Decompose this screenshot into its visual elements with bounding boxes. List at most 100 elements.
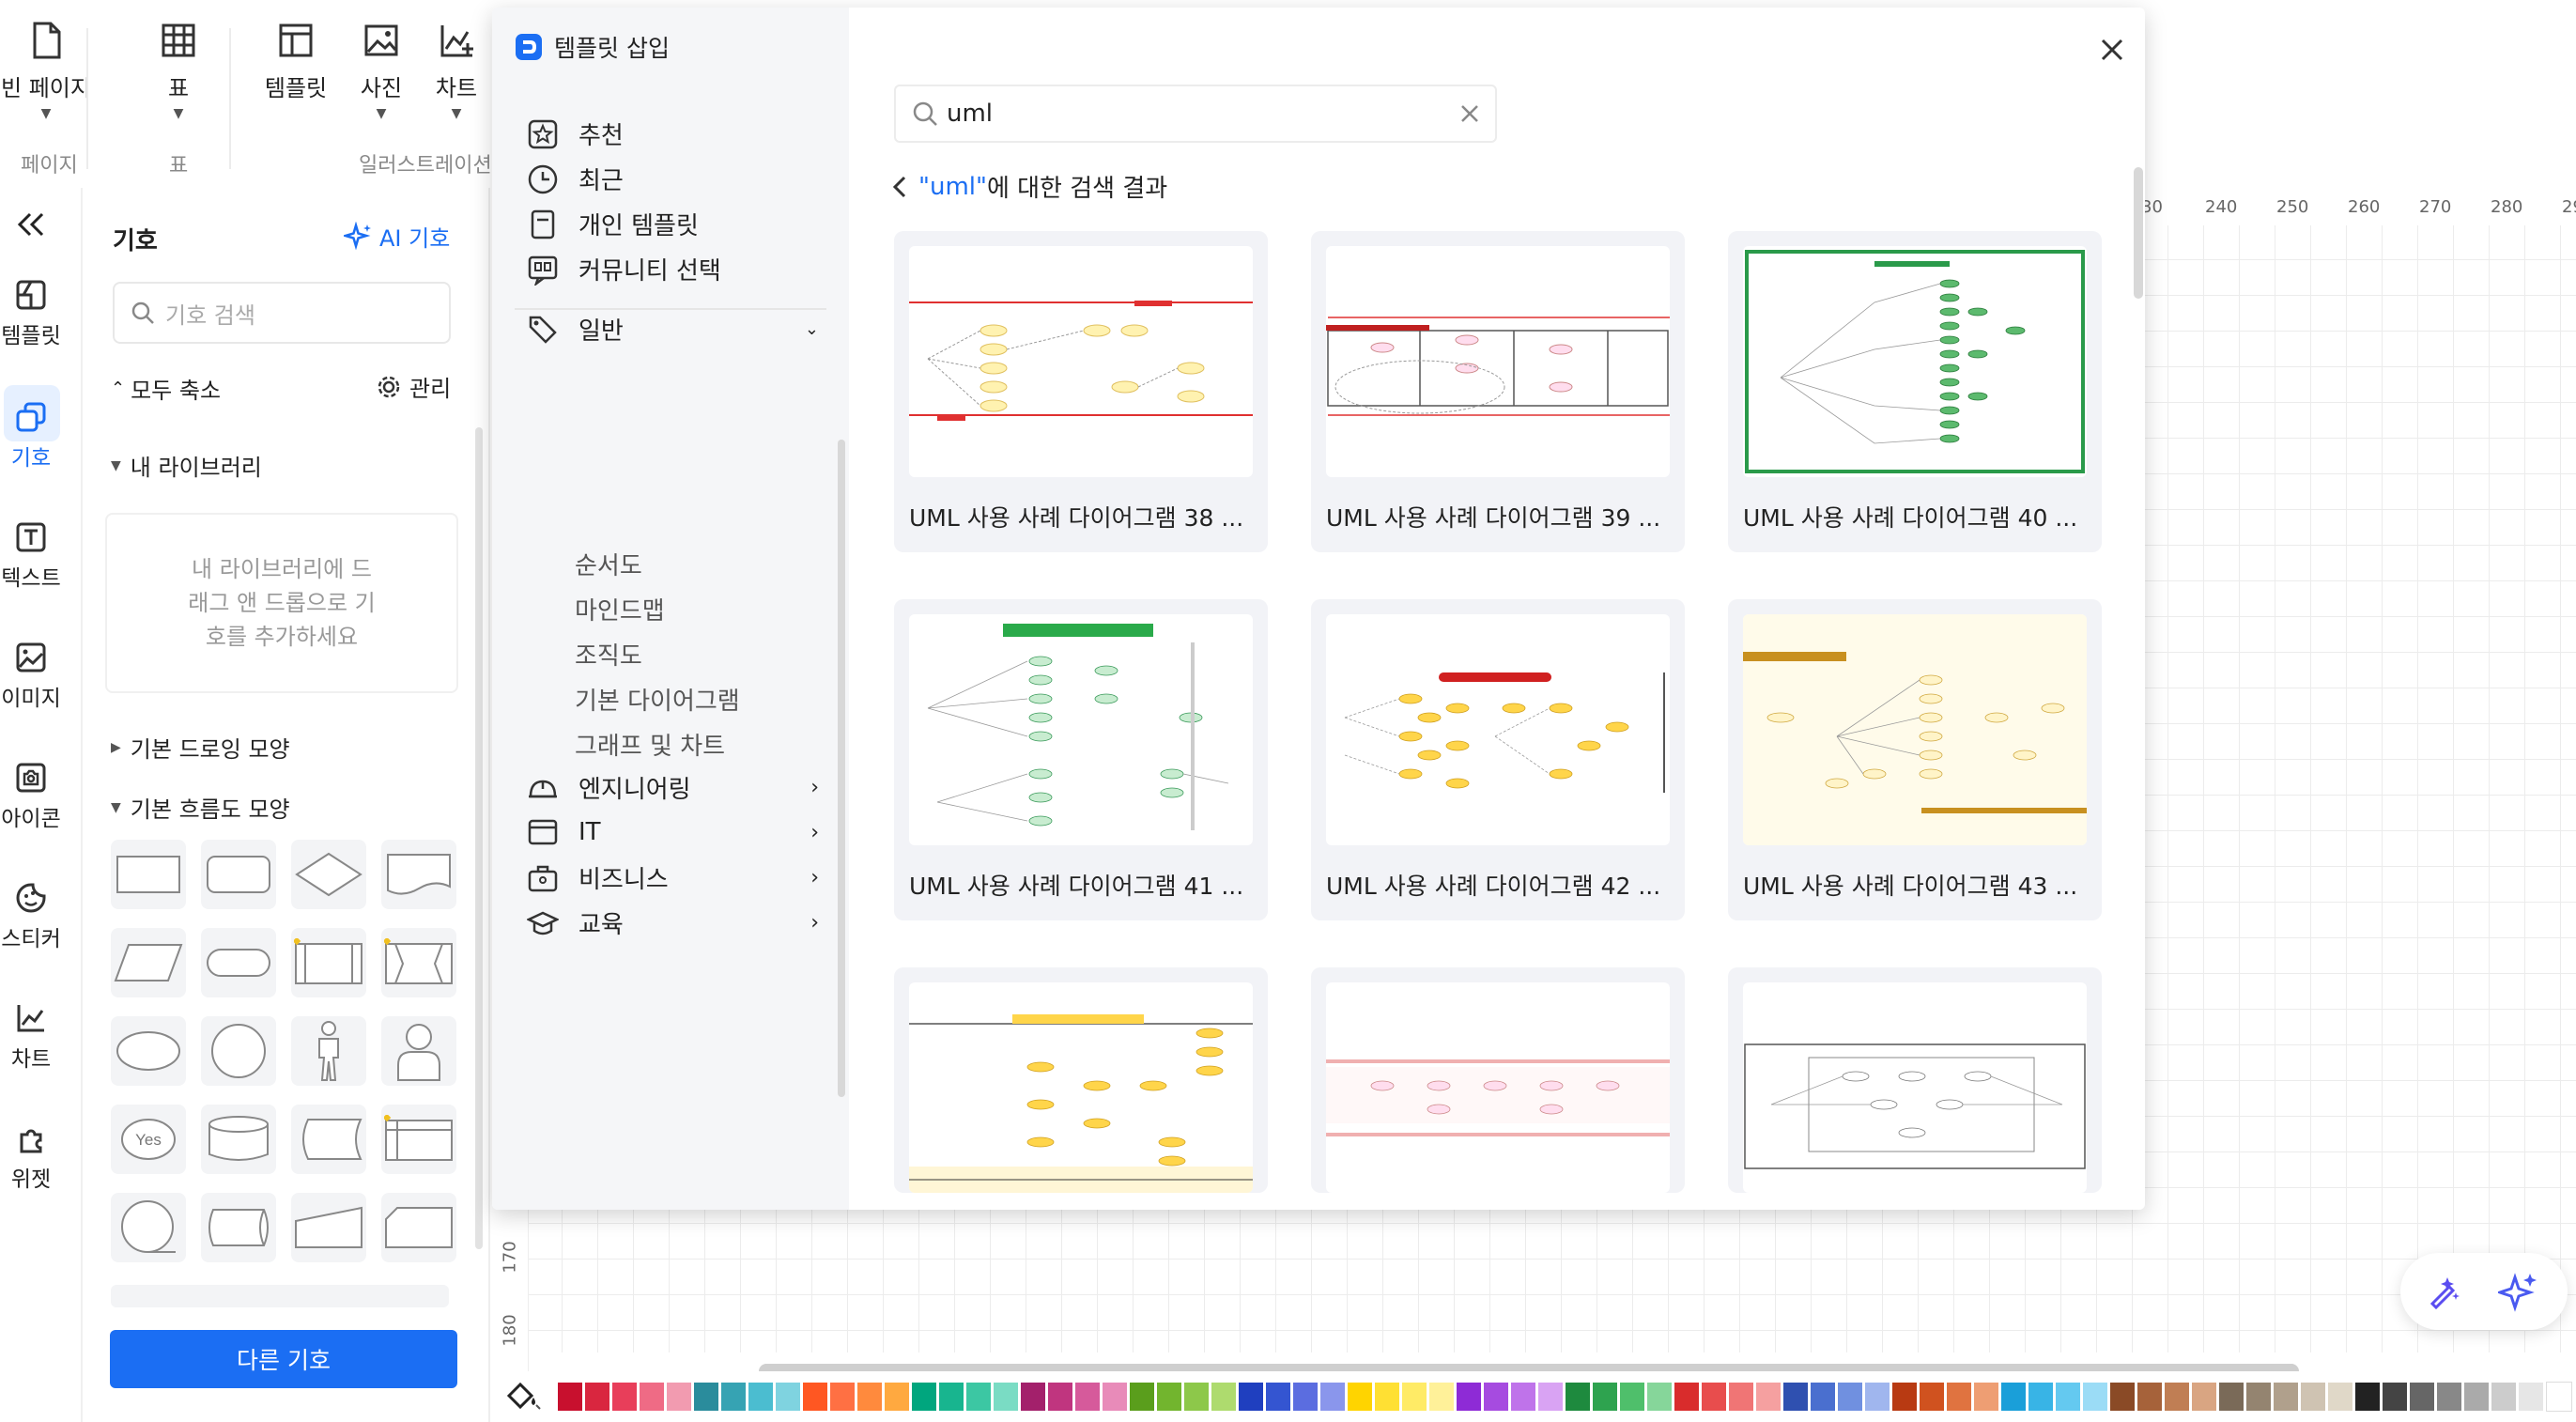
process-shape[interactable]: [111, 840, 186, 909]
color-swatch[interactable]: [1892, 1383, 1917, 1411]
color-swatch[interactable]: [1947, 1383, 1971, 1411]
database-shape[interactable]: [201, 1105, 276, 1174]
dialog-close-button[interactable]: [2089, 26, 2136, 73]
color-swatch[interactable]: [2137, 1383, 2162, 1411]
color-swatch[interactable]: [694, 1383, 718, 1411]
color-swatch[interactable]: [2083, 1383, 2107, 1411]
rail-item-text[interactable]: 텍스트: [0, 520, 62, 592]
more-symbols-button[interactable]: 다른 기호: [110, 1330, 457, 1388]
document-shape[interactable]: [381, 840, 456, 909]
yes-shape[interactable]: Yes: [111, 1105, 186, 1174]
color-swatch[interactable]: [1320, 1383, 1345, 1411]
table-button[interactable]: 표 ▼: [150, 21, 207, 121]
color-swatch[interactable]: [1756, 1383, 1781, 1411]
color-swatch[interactable]: [1865, 1383, 1890, 1411]
color-swatch[interactable]: [776, 1383, 800, 1411]
collapse-button[interactable]: [0, 210, 62, 239]
color-swatch[interactable]: [912, 1383, 936, 1411]
side-item-education[interactable]: 교육 ›: [526, 905, 819, 940]
color-swatch[interactable]: [1511, 1383, 1535, 1411]
color-swatch[interactable]: [1048, 1383, 1072, 1411]
side-sub-mindmap[interactable]: 마인드맵: [575, 592, 665, 626]
symbol-search-input[interactable]: 기호 검색: [113, 282, 451, 344]
data-shape[interactable]: [111, 928, 186, 997]
template-card[interactable]: UML 사용 사례 다이어그램 41 ...: [894, 599, 1268, 920]
collapse-all-button[interactable]: ⌃ 모두 축소: [111, 372, 221, 405]
color-swatch[interactable]: [558, 1383, 582, 1411]
color-swatch[interactable]: [1457, 1383, 1481, 1411]
color-swatch[interactable]: [1593, 1383, 1617, 1411]
circle-shape[interactable]: [201, 1016, 276, 1086]
sequential-data-shape[interactable]: [111, 1193, 186, 1262]
blank-page-button[interactable]: 빈 페이지 ▼: [0, 21, 98, 121]
template-card[interactable]: UML 사용 사례 다이어그램 39 ...: [1311, 231, 1685, 552]
color-swatch[interactable]: [1402, 1383, 1427, 1411]
side-item-it[interactable]: IT ›: [526, 815, 819, 849]
color-swatch[interactable]: [1239, 1383, 1263, 1411]
direct-data-shape[interactable]: [201, 1193, 276, 1262]
internal-storage-shape[interactable]: [381, 1105, 456, 1174]
color-swatch[interactable]: [1375, 1383, 1399, 1411]
color-swatch[interactable]: [2028, 1383, 2053, 1411]
decision-shape[interactable]: [291, 840, 366, 909]
template-card[interactable]: UML 사용 사례 다이어그램 40 ...: [1728, 231, 2102, 552]
side-sub-graph-chart[interactable]: 그래프 및 차트: [575, 727, 725, 762]
color-swatch[interactable]: [2246, 1383, 2271, 1411]
color-swatch[interactable]: [1783, 1383, 1808, 1411]
rail-item-image[interactable]: 이미지: [0, 641, 62, 712]
template-card[interactable]: UML 사용 사례 다이어그램 43 ...: [1728, 599, 2102, 920]
color-swatch[interactable]: [1702, 1383, 1726, 1411]
photo-button[interactable]: 사진 ▼: [353, 21, 409, 121]
color-swatch[interactable]: [1974, 1383, 1998, 1411]
terminator-shape[interactable]: [201, 928, 276, 997]
color-swatch[interactable]: [1157, 1383, 1181, 1411]
color-swatch[interactable]: [885, 1383, 909, 1411]
manage-button[interactable]: 관리: [376, 370, 451, 403]
color-swatch[interactable]: [1348, 1383, 1372, 1411]
color-swatch[interactable]: [966, 1383, 991, 1411]
color-swatch[interactable]: [1620, 1383, 1644, 1411]
rail-item-template[interactable]: 템플릿: [0, 278, 62, 349]
side-item-personal[interactable]: 개인 템플릿: [526, 207, 699, 241]
side-item-community[interactable]: 커뮤니티 선택: [526, 252, 721, 286]
color-swatch[interactable]: [2192, 1383, 2216, 1411]
color-swatch[interactable]: [1184, 1383, 1209, 1411]
color-swatch[interactable]: [2437, 1383, 2461, 1411]
color-swatch[interactable]: [2410, 1383, 2434, 1411]
color-swatch[interactable]: [1130, 1383, 1154, 1411]
color-swatch[interactable]: [2056, 1383, 2080, 1411]
ai-symbol-button[interactable]: AI 기호: [344, 220, 450, 253]
sidebar-scrollbar[interactable]: [838, 440, 845, 1097]
color-swatch[interactable]: [667, 1383, 691, 1411]
color-swatch[interactable]: [748, 1383, 773, 1411]
color-swatch[interactable]: [2464, 1383, 2489, 1411]
color-swatch[interactable]: [1266, 1383, 1290, 1411]
color-swatch[interactable]: [1484, 1383, 1508, 1411]
color-swatch[interactable]: [721, 1383, 746, 1411]
color-swatch[interactable]: [1538, 1383, 1563, 1411]
color-swatch[interactable]: [612, 1383, 637, 1411]
rounded-rect-shape[interactable]: [201, 840, 276, 909]
clear-search-icon[interactable]: [1459, 103, 1480, 124]
color-swatch[interactable]: [2383, 1383, 2407, 1411]
color-swatch[interactable]: [2219, 1383, 2244, 1411]
side-item-business[interactable]: 비즈니스 ›: [526, 860, 819, 895]
color-swatch[interactable]: [1920, 1383, 1944, 1411]
color-swatch[interactable]: [2355, 1383, 2380, 1411]
stored-data-shape[interactable]: [291, 1105, 366, 1174]
color-swatch[interactable]: [1021, 1383, 1045, 1411]
template-button[interactable]: 템플릿: [258, 21, 333, 102]
color-swatch[interactable]: [1674, 1383, 1699, 1411]
side-sub-flowchart[interactable]: 순서도: [575, 547, 642, 581]
chart-button[interactable]: 차트 ▼: [428, 21, 485, 121]
color-swatch[interactable]: [2110, 1383, 2135, 1411]
color-swatch[interactable]: [1429, 1383, 1454, 1411]
actor-shape[interactable]: [291, 1016, 366, 1086]
side-item-engineering[interactable]: 엔지니어링 ›: [526, 770, 819, 805]
ai-sparkle-icon[interactable]: [2498, 1272, 2539, 1313]
color-swatch[interactable]: [939, 1383, 964, 1411]
panel-scrollbar[interactable]: [475, 427, 483, 1249]
color-swatch[interactable]: [2519, 1383, 2543, 1411]
color-swatch[interactable]: [585, 1383, 609, 1411]
search-result-header[interactable]: "uml" 에 대한 검색 결과: [890, 169, 1167, 204]
